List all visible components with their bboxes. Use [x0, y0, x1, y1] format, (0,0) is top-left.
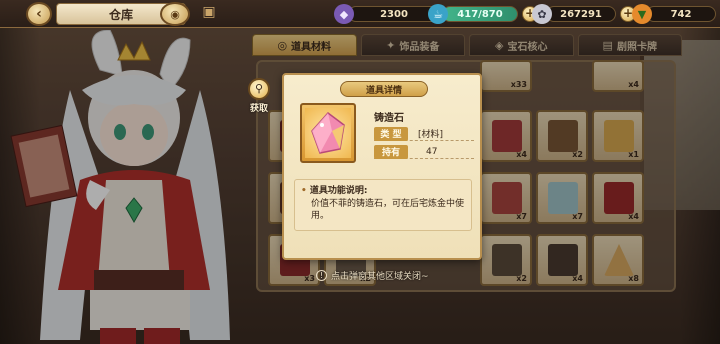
popup-title: 道具详情 [340, 81, 428, 97]
carrot-value: 742 [646, 6, 716, 22]
crystal-value: 2300 [348, 6, 440, 22]
stamina-resource: ☕ 417/870 + [428, 4, 538, 24]
owned-value: 47 [426, 146, 438, 157]
type-label: 类 型 [374, 126, 408, 141]
owned-label: 持有 [374, 144, 408, 159]
page-title: 仓库 [108, 7, 133, 22]
carrot-resource: ▼ 742 [632, 4, 716, 24]
item-type-row: 类 型 [材料] [374, 126, 474, 141]
item-owned-row: 持有 47 [374, 144, 474, 159]
description-title: 道具功能说明: [301, 183, 465, 196]
stamina-icon: ☕ [428, 4, 448, 24]
close-hint: ! 点击弹窗其他区域关闭~ [316, 268, 456, 282]
view-toggle-button[interactable]: ◉ [160, 2, 190, 26]
stamina-value: 417/870 [442, 6, 518, 22]
crystal-resource: ◆ 2300 [334, 4, 440, 24]
type-value: [材料] [418, 130, 444, 140]
item-name: 铸造石 [374, 113, 404, 124]
item-detail-popup: 道具详情 铸造石 类 型 [材料] 持有 47 道具功能说明: 价值不菲的铸造石… [282, 73, 482, 260]
back-button[interactable]: ‹ [26, 2, 52, 26]
gold-resource: ✿ 267291 + [532, 4, 636, 24]
magnifier-icon: ⚲ [248, 78, 270, 100]
crystal-icon: ◆ [334, 4, 354, 24]
carrot-icon: ▼ [632, 4, 652, 24]
casting-stone-icon [305, 108, 351, 158]
back-arrow-icon: ‹ [36, 6, 42, 22]
close-hint-text: 点击弹窗其他区域关闭~ [331, 271, 429, 282]
gold-value: 267291 [546, 6, 616, 22]
description-text: 价值不菲的铸造石，可在后宅炼金中使用。 [311, 199, 465, 221]
info-icon: ! [316, 269, 327, 281]
fetch-button[interactable]: ⚲ 获取 [244, 78, 274, 118]
item-description-box: 道具功能说明: 价值不菲的铸造石，可在后宅炼金中使用。 [294, 179, 472, 231]
eye-icon: ◉ [170, 7, 180, 21]
chest-icon[interactable]: ▣ [196, 4, 222, 24]
top-bar: ‹ 仓库 ✤ ◉ ▣ ◆ 2300 ☕ 417/870 + ✿ 267291 +… [0, 0, 720, 28]
item-icon-frame [300, 103, 356, 163]
gold-coin-icon: ✿ [532, 4, 552, 24]
fetch-label: 获取 [249, 104, 268, 114]
